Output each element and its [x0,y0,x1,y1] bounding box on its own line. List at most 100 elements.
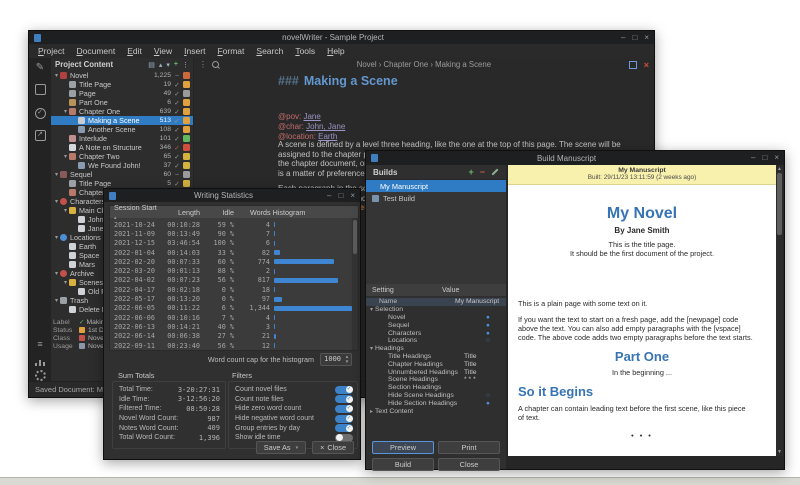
group-arrow-icon[interactable]: ▾ [370,345,373,352]
menu-view[interactable]: View [148,46,178,56]
setting-row-unnumbered-headings[interactable]: Unnumbered HeadingsTitle [366,368,506,376]
tag-value[interactable]: Jane [303,112,320,121]
stats-icon[interactable] [29,354,51,366]
spinner-arrows-icon[interactable]: ▲▼ [343,354,351,364]
move-down-icon[interactable]: ▾ [166,61,170,69]
setting-row-hide-section-headings[interactable]: Hide Section Headings● [366,399,506,407]
filter-toggle[interactable]: ✓ [335,415,353,423]
preview-scrollbar[interactable]: ▲ ▼ [776,165,783,456]
maximize-button[interactable]: □ [632,34,637,42]
setting-row-text-content[interactable]: ▸ Text Content [366,407,506,415]
tree-item-title-page[interactable]: Title Page5✓ [51,179,193,188]
tree-item-title-page[interactable]: Title Page19✓ [51,80,193,89]
stats-titlebar[interactable]: Writing Statistics – □ × [104,189,360,202]
tree-item-novel[interactable]: ▾Novel1,225– [51,71,193,80]
setting-row-novel[interactable]: Novel● [366,314,506,322]
setting-row-locations[interactable]: Locations○ [366,337,506,345]
tree-arrow-icon[interactable]: ▾ [53,270,60,277]
tree-arrow-icon[interactable]: ▾ [53,297,60,304]
tree-arrow-icon[interactable]: ▾ [62,279,69,286]
setting-row-selection[interactable]: ▾ Selection [366,306,506,314]
build-item-test-build[interactable]: Test Build [366,192,506,204]
close-button[interactable]: × [774,154,779,162]
edit-build-icon[interactable] [491,168,498,175]
tag-value[interactable]: John, Jane [306,122,345,131]
maximize-button[interactable]: □ [762,154,767,162]
setting-row-name[interactable]: NameMy Manuscript [366,298,506,306]
move-up-icon[interactable]: ▴ [159,61,163,69]
minimize-button[interactable]: – [327,192,331,200]
tree-arrow-icon[interactable]: ▾ [53,171,60,178]
tree-item-a-note-on-structure[interactable]: A Note on Structure346✓ [51,143,193,152]
tree-arrow-icon[interactable]: ▾ [53,234,60,241]
remove-build-icon[interactable]: − [480,167,485,177]
menu-insert[interactable]: Insert [178,46,211,56]
menu-search[interactable]: Search [250,46,289,56]
setting-row-sequel[interactable]: Sequel● [366,321,506,329]
close-stats-button[interactable]: ×Close [312,441,354,454]
project-docs-icon[interactable] [29,84,51,99]
menu-tools[interactable]: Tools [289,46,321,56]
setting-row-headings[interactable]: ▾ Headings [366,345,506,353]
close-build-button[interactable]: Close [438,458,500,471]
menu-format[interactable]: Format [211,46,250,56]
tree-menu-icon[interactable]: ⋮ [182,61,189,69]
tree-item-part-one[interactable]: Part One6✓ [51,98,193,107]
tree-arrow-icon[interactable]: ▾ [62,153,69,160]
add-item-icon[interactable]: + [174,61,178,68]
build-item-my-manuscript[interactable]: My Manuscript [366,180,506,192]
preview-button[interactable]: Preview [372,441,434,454]
maximize-button[interactable]: □ [338,192,343,200]
tree-item-making-a-scene[interactable]: Making a Scene513✓ [51,116,193,125]
setting-row-scene-headings[interactable]: Scene Headings* * * [366,376,506,384]
histogram-cap-spinbox[interactable]: 1000 ▲▼ [320,353,352,366]
tree-item-we-found-john-[interactable]: We Found John!37✓ [51,161,193,170]
group-arrow-icon[interactable]: ▾ [370,306,373,313]
sessions-scrollbar[interactable] [352,218,358,350]
menu-help[interactable]: Help [321,46,350,56]
bookmark-icon[interactable]: ▤ [148,61,155,69]
filter-toggle[interactable]: ✓ [335,386,353,394]
setting-row-hide-scene-headings[interactable]: Hide Scene Headings○ [366,392,506,400]
setting-row-title-headings[interactable]: Title HeadingsTitle [366,353,506,361]
search-icon[interactable] [212,61,219,68]
menu-edit[interactable]: Edit [121,46,148,56]
tree-arrow-icon[interactable]: ▾ [62,207,69,214]
setting-row-characters[interactable]: Characters● [366,329,506,337]
main-titlebar[interactable]: novelWriter - Sample Project – □ × [29,31,654,44]
tree-item-interlude[interactable]: Interlude101✓ [51,134,193,143]
menu-project[interactable]: Project [32,46,70,56]
scroll-down-icon[interactable]: ▼ [776,449,783,455]
editor-menu-icon[interactable]: ⋮ [199,60,207,69]
tree-item-chapter-one[interactable]: ▾Chapter One639✓ [51,107,193,116]
column-header-idle[interactable]: Idle [200,208,234,217]
tree-item-another-scene[interactable]: Another Scene108✓ [51,125,193,134]
expand-editor-icon[interactable] [629,61,637,69]
group-arrow-icon[interactable]: ▸ [370,408,373,415]
setting-row-chapter-headings[interactable]: Chapter HeadingsTitle [366,360,506,368]
scroll-up-icon[interactable]: ▲ [776,166,783,172]
tree-item-page[interactable]: Page49✓ [51,89,193,98]
tree-arrow-icon[interactable]: ▾ [53,72,60,79]
sessions-table-header[interactable]: Session Start ▴LengthIdleWords Histogram [110,206,358,218]
close-button[interactable]: × [644,34,649,42]
filter-toggle[interactable]: ✓ [335,424,353,432]
save-as-button[interactable]: Save As▾ [256,441,306,454]
print-button[interactable]: Print [438,441,500,454]
minimize-button[interactable]: – [621,34,625,42]
column-header-length[interactable]: Length [160,208,200,217]
novel-view-icon[interactable]: ✓ [29,106,51,119]
details-list-icon[interactable]: ≡ [29,338,51,350]
setting-row-section-headings[interactable]: Section Headings [366,384,506,392]
tree-item-sequel[interactable]: ▾Sequel60– [51,170,193,179]
export-icon[interactable]: ↗ [29,128,51,141]
add-build-icon[interactable]: + [468,167,473,177]
menu-document[interactable]: Document [70,46,121,56]
minimize-button[interactable]: – [751,154,755,162]
tree-arrow-icon[interactable]: ▾ [53,198,60,205]
filter-toggle[interactable]: ✓ [335,395,353,403]
tree-item-chapter-two[interactable]: ▾Chapter Two65✓ [51,152,193,161]
editor-mode-icon[interactable]: ✎ [29,62,51,74]
close-button[interactable]: × [350,192,355,200]
build-button[interactable]: Build [372,458,434,471]
